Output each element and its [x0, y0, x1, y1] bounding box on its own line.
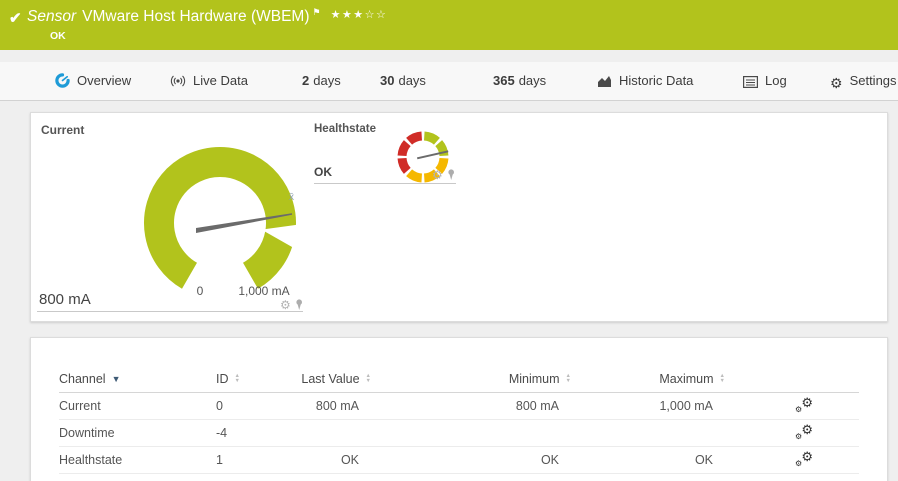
maximum-value: OK	[694, 453, 713, 467]
maximum-value: 1,000 mA	[659, 399, 713, 413]
tab-number: 30	[380, 73, 395, 88]
sensor-name: VMware Host Hardware (WBEM)	[82, 8, 310, 26]
edit-channel-icon[interactable]: ⚙ ⚙	[795, 423, 813, 441]
table-row-healthstate: Healthstate 1 OK OK OK ⚙ ⚙	[59, 447, 859, 474]
column-label: Channel	[59, 372, 106, 386]
divider	[314, 183, 456, 184]
table-header-row: Channel ▼ ID ▲ ▼ Last Value ▲ ▼ Minimum ▲ ▼…	[59, 366, 859, 393]
edit-channel-icon[interactable]: ⚙ ⚙	[795, 450, 813, 468]
current-value-link[interactable]: 800 mA	[39, 291, 91, 308]
tab-number: 2	[302, 73, 310, 88]
pin-icon[interactable]	[294, 299, 304, 311]
column-header-id[interactable]: ID ▲ ▼	[216, 372, 276, 386]
tab-label: Historic Data	[619, 73, 694, 88]
sensor-type-label: Sensor	[27, 8, 77, 26]
tab-label: days	[518, 73, 547, 88]
tab-label: days	[398, 73, 426, 88]
sort-icon: ▲ ▼	[719, 373, 725, 384]
current-gauge	[144, 146, 300, 289]
healthstate-panel-title: Healthstate	[314, 123, 376, 135]
channels-table-card: Channel ▼ ID ▲ ▼ Last Value ▲ ▼ Minimum ▲ ▼…	[30, 337, 888, 481]
pin-icon[interactable]	[446, 169, 456, 181]
healthstate-value-link[interactable]: OK	[314, 165, 332, 179]
sort-desc-icon: ▼	[111, 374, 121, 384]
priority-stars[interactable]: ★★★☆☆	[331, 9, 388, 21]
gauge-icon	[55, 65, 70, 103]
tab-label: Log	[765, 73, 787, 88]
column-label: Minimum	[508, 372, 560, 386]
current-panel-title: Current	[41, 123, 85, 137]
tab-historic-data[interactable]: Historic Data	[597, 62, 693, 100]
column-label: ID	[216, 372, 229, 386]
channel-name: Current	[59, 399, 101, 413]
tab-365-days[interactable]: 365 days	[493, 62, 546, 100]
tab-2-days[interactable]: 2 days	[302, 62, 341, 100]
tab-30-days[interactable]: 30 days	[380, 62, 426, 100]
status-badge: OK	[50, 30, 66, 42]
gauge-scale-max: 1,000 mA	[238, 284, 290, 298]
tab-overview[interactable]: Overview	[55, 62, 131, 100]
tab-settings[interactable]: ⚙ Settings	[830, 62, 897, 100]
column-header-channel[interactable]: Channel ▼	[59, 372, 216, 386]
average-marker-symbol: x̄	[289, 192, 294, 203]
last-value: OK	[340, 453, 359, 467]
status-check-icon: ✔	[9, 10, 22, 27]
channel-name: Downtime	[59, 426, 115, 440]
gear-icon: ⚙	[830, 75, 843, 91]
channels-table: Channel ▼ ID ▲ ▼ Last Value ▲ ▼ Minimum ▲ ▼…	[31, 366, 887, 474]
log-list-icon	[742, 65, 759, 103]
overview-gauges-card: Current x̄ 0 1,000 mA 800 mA ⚙ Healthsta…	[30, 112, 888, 322]
sensor-header: ✔ Sensor VMware Host Hardware (WBEM) ⚑ ★★★☆…	[0, 0, 898, 50]
current-panel-actions: ⚙	[280, 299, 304, 311]
prtg-sensor-page: ✔ Sensor VMware Host Hardware (WBEM) ⚑ ★★★☆…	[0, 0, 898, 481]
channel-id: 1	[216, 453, 223, 467]
tab-log[interactable]: Log	[742, 62, 787, 103]
area-chart-icon	[597, 65, 612, 103]
minimum-value: OK	[540, 453, 559, 467]
tab-number: 365	[493, 73, 515, 88]
column-header-minimum[interactable]: Minimum ▲ ▼	[371, 372, 571, 386]
column-label: Last Value	[301, 372, 360, 386]
column-header-last-value[interactable]: Last Value ▲ ▼	[276, 372, 371, 386]
tab-label: Live Data	[193, 73, 248, 88]
tab-label: Settings	[849, 73, 897, 88]
table-row-current: Current 0 800 mA 800 mA 1,000 mA ⚙ ⚙	[59, 393, 859, 420]
tab-label: days	[313, 73, 341, 88]
channel-name: Healthstate	[59, 453, 123, 467]
column-label: Maximum	[659, 372, 714, 386]
tab-live-data[interactable]: Live Data	[170, 62, 248, 100]
last-value: 800 mA	[315, 399, 359, 413]
minimum-value: 800 mA	[515, 399, 559, 413]
flag-icon[interactable]: ⚑	[313, 7, 321, 17]
gauge-scale-min: 0	[196, 284, 204, 298]
page-title: Sensor VMware Host Hardware (WBEM) ⚑ ★★★☆☆	[27, 7, 387, 26]
healthstate-panel-actions: ⚙	[432, 169, 456, 181]
edit-channel-icon[interactable]: ⚙ ⚙	[795, 396, 813, 414]
divider	[37, 311, 303, 312]
tab-label: Overview	[77, 73, 132, 88]
gear-icon[interactable]: ⚙	[280, 299, 291, 311]
channel-id: -4	[216, 426, 228, 440]
table-row-downtime: Downtime -4 ⚙ ⚙	[59, 420, 859, 447]
sort-icon: ▲ ▼	[234, 373, 240, 384]
channel-id: 0	[216, 399, 223, 413]
broadcast-icon	[170, 65, 186, 103]
tab-bar: Overview Live Data 2 days 30 days 365 days …	[0, 62, 898, 163]
column-header-maximum[interactable]: Maximum ▲ ▼	[571, 372, 725, 386]
gear-icon[interactable]: ⚙	[432, 169, 443, 181]
